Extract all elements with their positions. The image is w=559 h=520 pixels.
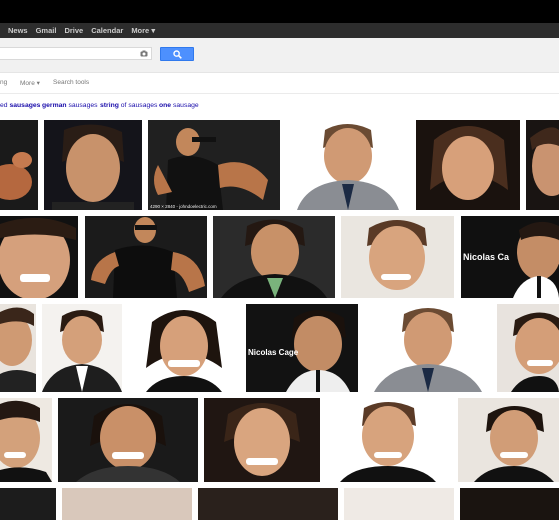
image-result[interactable] bbox=[458, 398, 559, 482]
image-watermark: Nicolas Ca bbox=[463, 252, 510, 262]
image-result[interactable] bbox=[58, 398, 198, 482]
image-watermark: Nicolas Cage bbox=[248, 348, 299, 357]
image-result[interactable] bbox=[0, 216, 78, 298]
image-result[interactable] bbox=[198, 488, 338, 520]
image-result[interactable] bbox=[213, 216, 335, 298]
image-result[interactable] bbox=[326, 398, 452, 482]
camera-icon[interactable] bbox=[140, 50, 148, 57]
image-result[interactable] bbox=[526, 120, 559, 210]
nav-news[interactable]: News bbox=[0, 26, 32, 35]
related-link[interactable]: ed sausages bbox=[0, 102, 40, 109]
nav-gmail[interactable]: Gmail bbox=[32, 26, 61, 35]
image-result[interactable] bbox=[85, 216, 207, 298]
image-result[interactable] bbox=[128, 304, 240, 392]
search-input[interactable] bbox=[0, 47, 152, 60]
related-link[interactable]: german sausages bbox=[42, 102, 98, 109]
search-button[interactable] bbox=[160, 47, 194, 61]
image-result[interactable] bbox=[460, 488, 559, 520]
image-result[interactable]: 4290 × 2840 - johndoelectric.com bbox=[148, 120, 280, 210]
related-link[interactable]: string of sausages bbox=[100, 102, 157, 109]
nav-more[interactable]: More ▾ bbox=[127, 26, 159, 35]
image-results-grid: 4290 × 2840 - johndoelectric.com Nicolas… bbox=[0, 118, 559, 520]
image-result[interactable] bbox=[497, 304, 559, 392]
nav-drive[interactable]: Drive bbox=[60, 26, 87, 35]
tools-row: ng More ▾ Search tools bbox=[0, 73, 559, 94]
image-result[interactable] bbox=[0, 398, 52, 482]
nav-calendar[interactable]: Calendar bbox=[87, 26, 127, 35]
image-result[interactable] bbox=[0, 120, 38, 210]
image-result[interactable]: Nicolas Ca bbox=[461, 216, 559, 298]
image-result[interactable] bbox=[0, 488, 56, 520]
image-result[interactable] bbox=[204, 398, 320, 482]
image-result[interactable] bbox=[287, 120, 409, 210]
tool-item-truncated[interactable]: ng bbox=[0, 79, 7, 86]
related-searches: ed sausages german sausages string of sa… bbox=[0, 94, 559, 118]
tool-search-tools[interactable]: Search tools bbox=[53, 79, 89, 86]
image-caption: 4290 × 2840 - johndoelectric.com bbox=[150, 204, 217, 209]
image-result[interactable] bbox=[44, 120, 142, 210]
search-header bbox=[0, 38, 559, 73]
image-result[interactable] bbox=[416, 120, 520, 210]
google-top-bar: News Gmail Drive Calendar More ▾ bbox=[0, 23, 559, 38]
magnifier-icon bbox=[173, 50, 182, 59]
image-result[interactable] bbox=[364, 304, 490, 392]
image-result[interactable] bbox=[62, 488, 192, 520]
related-link[interactable]: one sausage bbox=[159, 102, 199, 109]
image-result[interactable] bbox=[0, 304, 36, 392]
image-result[interactable] bbox=[344, 488, 454, 520]
image-result[interactable] bbox=[42, 304, 122, 392]
image-result[interactable]: Nicolas Cage bbox=[246, 304, 358, 392]
image-result[interactable] bbox=[341, 216, 454, 298]
top-nav: News Gmail Drive Calendar More ▾ bbox=[0, 23, 159, 38]
tool-more[interactable]: More ▾ bbox=[20, 79, 40, 87]
